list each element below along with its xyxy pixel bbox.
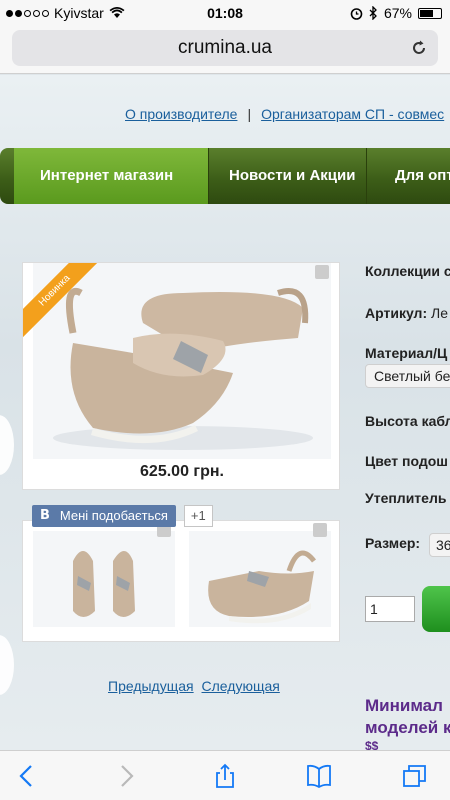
zoom-icon[interactable]	[315, 265, 329, 279]
product-price: 625.00 грн.	[140, 463, 224, 480]
product-pager: Предыдущая Следующая	[108, 678, 284, 694]
sandal-side-image	[208, 550, 316, 624]
url-text: crumina.ua	[178, 37, 272, 58]
bookmarks-icon[interactable]	[306, 763, 332, 789]
add-to-cart-button[interactable]	[422, 586, 450, 632]
spec-collection: Коллекции с	[365, 263, 450, 279]
spec-size-label: Размер:	[365, 535, 421, 551]
thumbnail-front[interactable]	[33, 523, 175, 627]
nav-item-news[interactable]: Новости и Акции	[208, 148, 366, 204]
browser-address-area: crumina.ua	[0, 26, 450, 74]
promo-line-3: $$	[365, 739, 379, 750]
link-about-manufacturer[interactable]: О производителе	[125, 106, 237, 122]
url-field[interactable]: crumina.ua	[12, 30, 438, 66]
material-select[interactable]: Светлый бе	[365, 364, 450, 388]
vk-like-label: Мені подобається	[59, 508, 168, 523]
forward-icon[interactable]	[113, 763, 139, 789]
back-icon[interactable]	[14, 763, 40, 789]
zoom-icon[interactable]	[313, 523, 327, 537]
spec-article-label: Артикул:	[365, 305, 428, 321]
thumbnail-side[interactable]	[189, 523, 331, 627]
alarm-icon	[350, 7, 363, 20]
spec-article-value: Ле	[431, 305, 448, 321]
product-image	[33, 263, 331, 459]
vk-like-count: +1	[183, 505, 213, 527]
vk-logo-icon: B	[40, 508, 50, 523]
share-icon[interactable]	[212, 763, 238, 789]
decorative-bubble	[0, 635, 14, 695]
nav-item-shop[interactable]: Интернет магазин	[14, 148, 208, 204]
header-links: О производителе | Организаторам СП - совме…	[125, 106, 444, 122]
browser-toolbar	[0, 750, 450, 800]
promo-text: Минимал моделей к $$	[365, 695, 450, 750]
tabs-icon[interactable]	[402, 763, 428, 789]
sandal-image	[53, 287, 313, 450]
battery-icon	[418, 7, 442, 19]
link-separator: |	[247, 106, 252, 122]
product-main-photo[interactable]: Новинка 625.00 грн.	[22, 262, 340, 490]
spec-heel-height: Высота кабл	[365, 413, 450, 429]
product-thumbnails	[22, 520, 340, 642]
battery-percent: 67%	[383, 5, 412, 21]
vk-like-button[interactable]: B Мені подобається	[32, 505, 176, 527]
spec-lining: Утеплитель	[365, 490, 447, 506]
decorative-bubble	[0, 415, 14, 475]
battery-level	[420, 9, 434, 17]
sandal-front-image	[73, 551, 135, 617]
promo-line-2: моделей к	[365, 718, 450, 737]
next-link[interactable]: Следующая	[202, 678, 280, 694]
size-select[interactable]: 36	[429, 533, 450, 557]
status-bar: Kyivstar 01:08 67%	[0, 0, 450, 26]
spec-article: Артикул: Ле	[365, 305, 448, 321]
reload-icon[interactable]	[410, 39, 428, 57]
main-nav: Интернет магазин Новости и Акции Для опт…	[0, 148, 450, 204]
promo-line-1: Минимал	[365, 696, 443, 715]
spec-sole-color: Цвет подош	[365, 453, 448, 469]
nav-item-wholesale[interactable]: Для опто	[366, 148, 450, 204]
bluetooth-icon	[369, 6, 377, 20]
quantity-input[interactable]: 1	[365, 596, 415, 622]
web-page: О производителе | Организаторам СП - совме…	[0, 75, 450, 750]
prev-link[interactable]: Предыдущая	[108, 678, 194, 694]
spec-material-label: Материал/Ц	[365, 345, 448, 361]
vk-like-widget: B Мені подобається +1	[32, 505, 213, 527]
status-right: 67%	[350, 5, 442, 21]
link-organizers[interactable]: Организаторам СП - совмес	[261, 106, 444, 122]
